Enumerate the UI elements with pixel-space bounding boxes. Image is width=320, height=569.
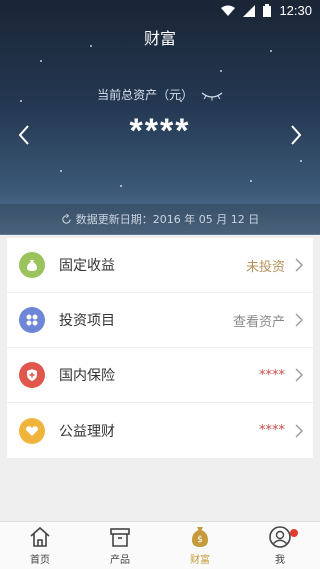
status-time: 12:30 (279, 3, 312, 18)
star (40, 60, 42, 62)
update-date-text: 数据更新日期：2016 年 05 月 12 日 (75, 213, 260, 226)
page-title: 财富 (143, 29, 176, 48)
svg-text:$: $ (197, 535, 203, 545)
tab-label: 产品 (110, 555, 130, 566)
total-assets-text: 当前总资产（元） (97, 88, 194, 102)
tab-products[interactable]: 产品 (80, 522, 160, 569)
menu-item-label: 国内保险 (59, 368, 115, 384)
menu-item-charity-finance[interactable]: 公益理财 **** (7, 403, 313, 458)
star (300, 160, 302, 162)
tab-label: 财富 (190, 555, 210, 566)
chevron-right-icon (295, 424, 303, 437)
menu-item-status: **** (259, 367, 285, 383)
menu-item-domestic-insurance[interactable]: 国内保险 **** (7, 348, 313, 403)
menu-item-label: 固定收益 (59, 258, 115, 274)
chevron-right-icon (295, 258, 303, 272)
star (270, 50, 272, 52)
chevron-right-icon (295, 368, 303, 382)
status-bar: 12:30 (0, 0, 320, 22)
eye-closed-icon[interactable] (201, 91, 223, 101)
battery-icon (263, 4, 272, 17)
menu-item-investment-projects[interactable]: 投资项目 查看资产 (7, 293, 313, 348)
shield-plus-icon (19, 362, 45, 388)
star (120, 185, 122, 187)
bottom-tab-bar: 首页 产品 $ 财富 我 (0, 521, 320, 569)
menu-item-status: 查看资产 (232, 314, 285, 330)
box-icon (110, 528, 130, 547)
notification-badge (290, 529, 298, 537)
wealth-header: 12:30 财富 当前总资产（元） **** 数据更新日期：2016 年 05 … (0, 0, 320, 235)
chevron-right-icon[interactable] (286, 120, 306, 150)
grid-icon (19, 307, 45, 333)
menu-item-status: **** (259, 423, 285, 438)
tab-wealth[interactable]: $ 财富 (160, 522, 240, 569)
menu-item-status: 未投资 (245, 259, 285, 275)
star (250, 180, 252, 182)
money-bag-icon (19, 252, 45, 278)
user-icon (269, 526, 291, 548)
menu-item-fixed-income[interactable]: 固定收益 未投资 (7, 238, 313, 293)
menu-item-label: 公益理财 (59, 423, 115, 440)
signal-icon (243, 4, 256, 17)
star (220, 70, 222, 72)
tab-label: 我 (275, 555, 285, 566)
chevron-right-icon (295, 313, 303, 327)
money-bag-icon: $ (192, 527, 208, 547)
tab-home[interactable]: 首页 (0, 522, 80, 569)
chevron-left-icon[interactable] (14, 120, 34, 150)
total-assets-value: **** (129, 112, 191, 150)
total-assets-label: 当前总资产（元） (0, 86, 320, 103)
menu-item-label: 投资项目 (59, 313, 115, 329)
tab-label: 首页 (30, 555, 50, 566)
wealth-menu: 固定收益 未投资 投资项目 查看资产 国内保险 **** 公益理财 **** (7, 238, 313, 458)
heart-icon (19, 417, 45, 444)
home-icon (30, 526, 50, 547)
wifi-icon (221, 5, 236, 16)
update-date-bar: 数据更新日期：2016 年 05 月 12 日 (0, 204, 320, 234)
tab-me[interactable]: 我 (240, 522, 320, 569)
star (60, 170, 62, 172)
refresh-icon (62, 213, 71, 224)
